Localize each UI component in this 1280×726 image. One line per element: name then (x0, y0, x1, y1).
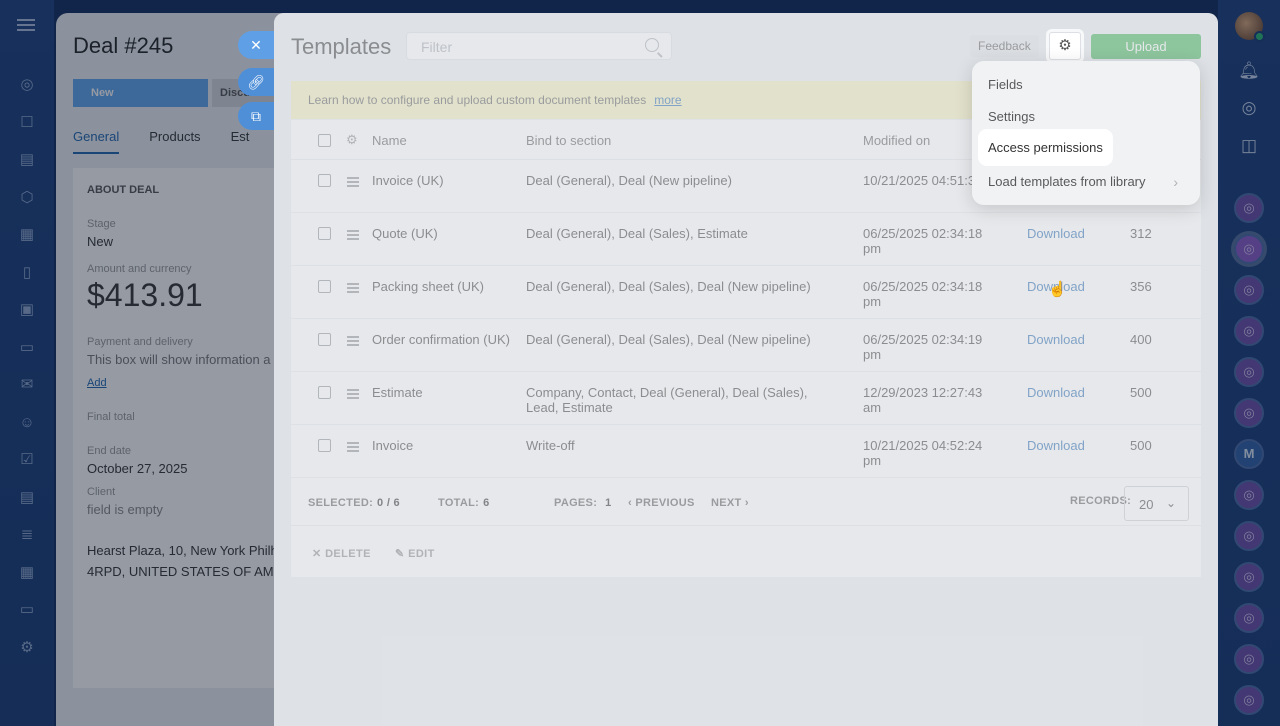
filter-input[interactable]: Filter (406, 32, 672, 60)
total-count: TOTAL: 6 (438, 497, 490, 509)
drag-handle-icon[interactable] (347, 389, 359, 401)
grid-actions: ✕ DELETE ✎ EDIT (291, 526, 1201, 577)
row-modified: 12/29/2023 12:27:43 am (863, 385, 983, 415)
table-row: Estimate Company, Contact, Deal (General… (291, 372, 1201, 425)
column-settings-icon[interactable]: ⚙ (346, 132, 358, 148)
row-download-link[interactable]: Download (1027, 438, 1085, 453)
records-value: 20 (1139, 497, 1154, 512)
row-download-link[interactable]: Download (1027, 226, 1085, 241)
row-checkbox[interactable] (318, 174, 331, 187)
select-all-checkbox[interactable] (318, 134, 331, 147)
previous-page-button[interactable]: ‹ PREVIOUS (628, 497, 695, 509)
row-name: Packing sheet (UK) (372, 279, 484, 294)
selected-count: SELECTED: 0 / 6 (308, 497, 400, 509)
col-bind[interactable]: Bind to section (526, 133, 826, 148)
menu-item-fields[interactable]: Fields (988, 77, 1023, 92)
pointer-cursor-icon: ☝ (1048, 281, 1067, 298)
row-checkbox[interactable] (318, 439, 331, 452)
settings-gear-button-highlight[interactable]: ⚙ (1049, 32, 1081, 60)
row-bind: Deal (General), Deal (Sales), Deal (New … (526, 332, 811, 347)
drag-handle-icon[interactable] (347, 442, 359, 454)
row-download-link[interactable]: Download (1027, 385, 1085, 400)
row-number: 500 (1130, 438, 1152, 453)
row-name: Order confirmation (UK) (372, 332, 510, 347)
feedback-button[interactable]: Feedback (970, 35, 1039, 57)
row-checkbox[interactable] (318, 280, 331, 293)
upload-button[interactable]: Upload (1091, 34, 1201, 59)
drag-handle-icon[interactable] (347, 230, 359, 242)
row-checkbox[interactable] (318, 333, 331, 346)
table-row: Invoice Write-off 10/21/2025 04:52:24 pm… (291, 425, 1201, 478)
drag-handle-icon[interactable] (347, 283, 359, 295)
menu-item-load-templates[interactable]: Load templates from library (988, 174, 1146, 189)
banner-more-link[interactable]: more (654, 93, 681, 107)
drag-handle-icon[interactable] (347, 336, 359, 348)
search-icon[interactable] (645, 38, 659, 52)
row-modified: 06/25/2025 02:34:18 pm (863, 226, 983, 256)
row-checkbox[interactable] (318, 227, 331, 240)
edit-button[interactable]: ✎ EDIT (395, 547, 435, 560)
filter-placeholder: Filter (421, 39, 453, 55)
pages-count: PAGES: 1 (554, 497, 612, 509)
copy-link-icon[interactable]: 🔗︎ (238, 68, 274, 96)
grid-footer: SELECTED: 0 / 6 TOTAL: 6 PAGES: 1 ‹ PREVIOU… (291, 478, 1201, 526)
menu-item-settings[interactable]: Settings (988, 109, 1035, 124)
row-number: 400 (1130, 332, 1152, 347)
row-name: Quote (UK) (372, 226, 438, 241)
chevron-down-icon: ⌄ (1165, 496, 1176, 510)
row-name: Invoice (372, 438, 414, 453)
menu-item-access-permissions[interactable]: Access permissions (979, 130, 1112, 165)
open-new-window-icon[interactable]: ⧉ (238, 102, 274, 130)
row-modified: 10/21/2025 04:52:24 pm (863, 438, 983, 468)
row-bind: Deal (General), Deal (Sales), Estimate (526, 226, 748, 241)
row-number: 356 (1130, 279, 1152, 294)
row-bind: Company, Contact, Deal (General), Deal (… (526, 385, 808, 415)
delete-button[interactable]: ✕ DELETE (312, 547, 371, 560)
col-name[interactable]: Name (372, 133, 512, 148)
table-row: Order confirmation (UK) Deal (General), … (291, 319, 1201, 372)
page-title: Templates (291, 34, 392, 59)
row-download-link[interactable]: Download (1027, 332, 1085, 347)
gear-icon: ⚙ (1058, 37, 1072, 54)
next-page-button[interactable]: NEXT › (711, 497, 749, 509)
row-modified: 06/25/2025 02:34:19 pm (863, 332, 983, 362)
row-number: 312 (1130, 226, 1152, 241)
row-bind: Write-off (526, 438, 575, 453)
banner-text: Learn how to configure and upload custom… (308, 93, 647, 107)
records-per-page-select[interactable]: 20 ⌄ (1124, 486, 1189, 521)
row-bind: Deal (General), Deal (Sales), Deal (New … (526, 279, 811, 294)
row-name: Invoice (UK) (372, 173, 444, 188)
row-bind: Deal (General), Deal (New pipeline) (526, 173, 732, 188)
row-number: 500 (1130, 385, 1152, 400)
drag-handle-icon[interactable] (347, 177, 359, 189)
table-row: Quote (UK) Deal (General), Deal (Sales),… (291, 213, 1201, 266)
close-slider-icon[interactable]: ✕ (238, 31, 274, 59)
row-modified: 06/25/2025 02:34:18 pm (863, 279, 983, 309)
records-label: RECORDS: (1070, 495, 1132, 507)
row-checkbox[interactable] (318, 386, 331, 399)
row-name: Estimate (372, 385, 423, 400)
chevron-right-icon: › (1173, 174, 1178, 190)
